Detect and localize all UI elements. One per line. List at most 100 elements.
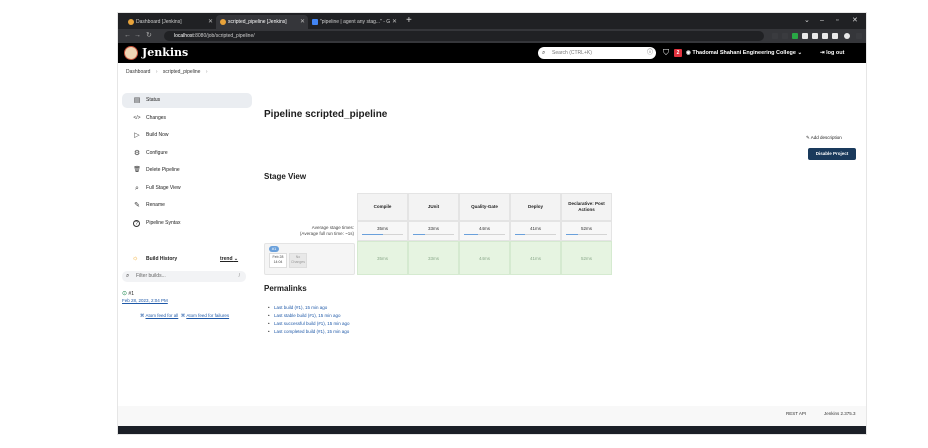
stage-cell-compile[interactable]: 35ms	[357, 241, 408, 275]
browser-tab[interactable]: Dashboard [Jenkins] ✕	[124, 15, 216, 29]
atom-feed-all-link[interactable]: Atom feed for all	[146, 313, 179, 318]
extension-icon[interactable]	[792, 33, 798, 39]
sidebar-item-delete-pipeline[interactable]: 🗑 Delete Pipeline	[122, 163, 252, 178]
help-icon[interactable]: ⓘ	[647, 47, 653, 59]
sidebar-item-status[interactable]: ▤ Status	[122, 93, 252, 108]
breadcrumb-dashboard[interactable]: Dashboard	[126, 69, 150, 75]
sidebar-item-configure[interactable]: ⚙ Configure	[122, 146, 252, 161]
sidebar-item-label: Delete Pipeline	[146, 167, 180, 173]
address-bar-row: ← → ↻ localhost:8080/job/scripted_pipeli…	[118, 29, 866, 43]
run-date: Feb 28 14:04	[269, 253, 287, 268]
user-menu[interactable]: ◉ Thadomal Shahani Engineering College ⌄	[686, 46, 802, 60]
permalink-last-stable-build[interactable]: Last stable build (#1), 15 min ago	[268, 313, 474, 318]
rest-api-link[interactable]: REST API	[786, 411, 806, 416]
chevron-right-icon: ›	[155, 69, 158, 75]
sidebar-item-build-now[interactable]: ▷ Build Now	[122, 128, 252, 143]
search-icon: ⌕	[135, 185, 139, 192]
close-icon[interactable]: ✕	[300, 15, 305, 29]
sidebar-item-changes[interactable]: </> Changes	[122, 111, 252, 126]
permalink-last-completed-build[interactable]: Last completed build (#1), 15 min ago	[268, 329, 474, 334]
breadcrumb-job[interactable]: scripted_pipeline	[163, 69, 201, 75]
stage-avg-bar	[515, 233, 556, 235]
close-icon[interactable]: ✕	[392, 15, 397, 29]
build-run-row[interactable]: #1 Feb 28 14:04 No Changes	[264, 243, 355, 275]
reload-icon[interactable]: ↻	[146, 30, 152, 42]
sidebar-item-label: Pipeline Syntax	[146, 220, 181, 226]
stage-avg-value: 35ms	[376, 226, 388, 231]
jenkins-title[interactable]: Jenkins	[142, 45, 188, 61]
chevron-down-icon: ⌄	[233, 256, 239, 262]
window-close-icon[interactable]: ✕	[852, 14, 858, 28]
tab-label: "pipeline | agent any stag..." - G	[320, 19, 391, 25]
browser-tab[interactable]: "pipeline | agent any stag..." - G ✕	[308, 15, 400, 29]
chevron-down-icon: ⌄	[795, 50, 803, 56]
user-name: Thadomal Shahani Engineering College	[692, 50, 796, 56]
maximize-icon[interactable]: ▫	[836, 14, 838, 28]
star-icon[interactable]	[782, 33, 788, 39]
trash-icon: 🗑	[133, 167, 141, 173]
url-field[interactable]: localhost:8080/job/scripted_pipeline/	[164, 31, 764, 41]
stage-cell-post-actions[interactable]: 52ms	[561, 241, 612, 275]
forward-icon[interactable]: →	[134, 30, 141, 42]
puzzle-icon[interactable]	[812, 33, 818, 39]
search-input[interactable]: ⌕ Search (CTRL+K) ⓘ	[538, 47, 656, 59]
stage-cell-quality-gate[interactable]: 44ms	[459, 241, 510, 275]
minimize-icon[interactable]: –	[820, 14, 824, 28]
page-title: Pipeline scripted_pipeline	[264, 109, 388, 120]
profile-icon[interactable]	[844, 33, 850, 39]
stage-avg-value: 33ms	[427, 226, 439, 231]
sidebar-item-full-stage-view[interactable]: ⌕ Full Stage View	[122, 181, 252, 196]
build-history-header: ☼ Build History trend ⌄	[122, 253, 252, 265]
new-tab-icon[interactable]: +	[406, 14, 412, 28]
clipboard-icon: ▤	[133, 97, 141, 104]
build-number[interactable]: #1	[128, 291, 134, 297]
sidebar-item-rename[interactable]: ✎ Rename	[122, 198, 252, 213]
notification-badge[interactable]: 2	[674, 49, 682, 57]
playlist-icon[interactable]	[822, 33, 828, 39]
filter-builds-input[interactable]: ⌕ Filter builds... /	[122, 271, 246, 282]
breadcrumb: Dashboard › scripted_pipeline ›	[126, 69, 212, 75]
average-label-line-2: (Average full run time: ~1s)	[299, 231, 354, 236]
permalink-last-successful-build[interactable]: Last successful build (#1), 15 min ago	[268, 321, 474, 326]
stage-cell-junit[interactable]: 33ms	[408, 241, 459, 275]
jenkins-version-link[interactable]: Jenkins 2.375.3	[824, 411, 856, 416]
trend-label: trend	[220, 256, 233, 262]
build-date[interactable]: Feb 28, 2023, 2:04 PM	[122, 298, 168, 303]
jenkins-logo-icon[interactable]	[124, 46, 138, 60]
stage-avg-bar-fill	[464, 233, 479, 235]
sidebar-item-label: Status	[146, 97, 161, 103]
run-number-badge[interactable]: #1	[269, 246, 279, 252]
extension-icon[interactable]	[802, 33, 808, 39]
code-icon: </>	[133, 115, 141, 121]
browser-tab-active[interactable]: scripted_pipeline [Jenkins] ✕	[216, 15, 308, 29]
chevron-right-icon: ›	[205, 69, 208, 75]
trend-link[interactable]: trend ⌄	[220, 253, 238, 265]
permalink-last-build[interactable]: Last build (#1), 15 min ago	[268, 305, 474, 310]
tab-label: scripted_pipeline [Jenkins]	[228, 19, 287, 25]
stage-avg-quality-gate: 44ms	[459, 221, 510, 241]
stage-avg-bar-fill	[566, 233, 579, 235]
kebab-menu-icon[interactable]	[856, 33, 862, 39]
sidebar-icon[interactable]	[832, 33, 838, 39]
stage-avg-value: 41ms	[529, 226, 541, 231]
build-row[interactable]: ⊙ #1 Feb 28, 2023, 2:04 PM	[122, 290, 168, 303]
atom-feed-failures-link[interactable]: Atom feed for failures	[186, 313, 229, 318]
run-date-time: 14:04	[273, 260, 283, 264]
sidebar-item-pipeline-syntax[interactable]: ? Pipeline Syntax	[122, 216, 252, 231]
logout-link[interactable]: ⇥ log out	[820, 46, 844, 60]
add-description-link[interactable]: ✎ Add description	[806, 135, 842, 141]
tab-label: Dashboard [Jenkins]	[136, 19, 182, 25]
help-icon: ?	[133, 220, 140, 227]
disable-project-button[interactable]: Disable Project	[808, 148, 856, 160]
stage-cell-deploy[interactable]: 41ms	[510, 241, 561, 275]
chevron-down-icon[interactable]: ⌄	[804, 14, 810, 28]
close-icon[interactable]: ✕	[208, 15, 213, 29]
stage-avg-bar	[362, 233, 403, 235]
shield-icon[interactable]: ⛉	[663, 46, 669, 60]
share-icon[interactable]	[772, 33, 778, 39]
gear-icon: ⚙	[133, 150, 141, 157]
back-icon[interactable]: ←	[124, 30, 131, 42]
sidebar-item-label: Changes	[146, 115, 167, 121]
stage-avg-post-actions: 52ms	[561, 221, 612, 241]
add-description-label: Add description	[810, 135, 842, 140]
